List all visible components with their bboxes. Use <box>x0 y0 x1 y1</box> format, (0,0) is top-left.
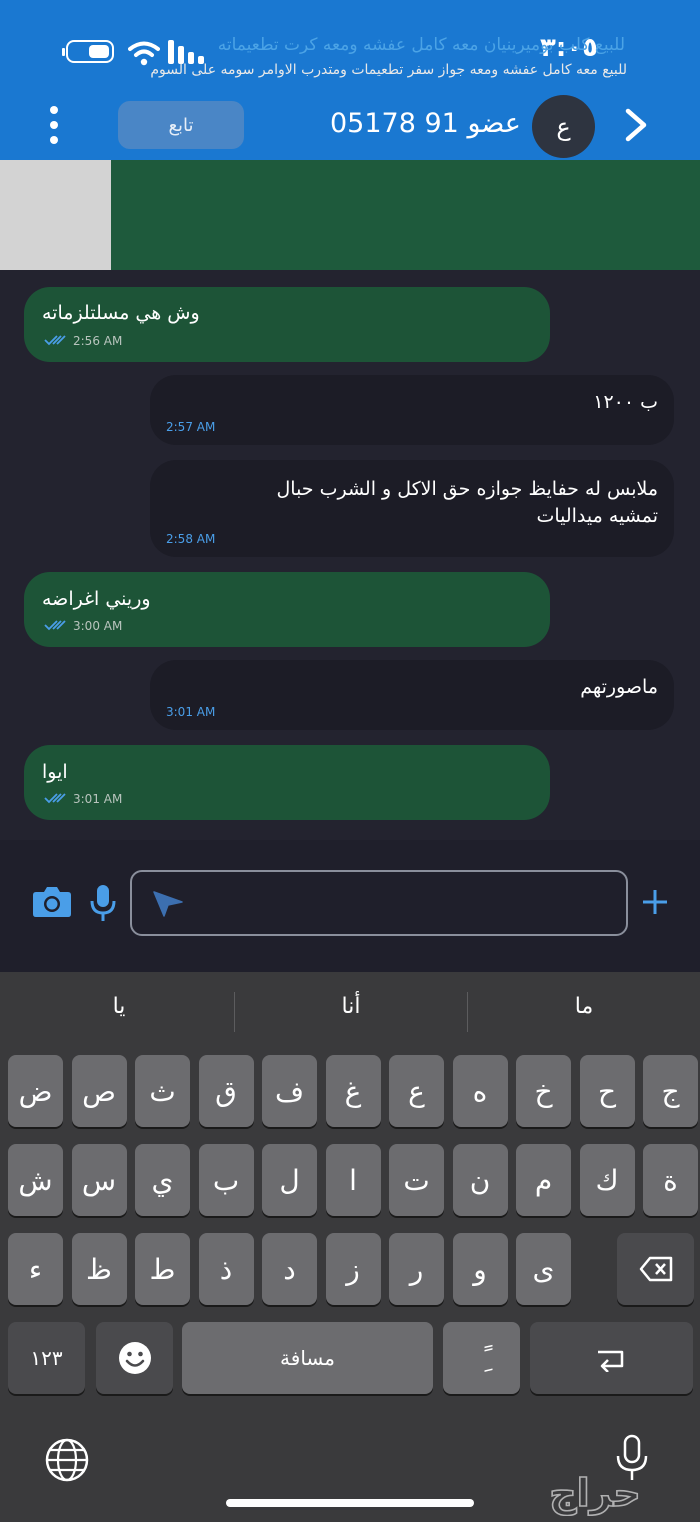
letter-key[interactable]: ه <box>452 1055 508 1127</box>
emoji-icon <box>118 1342 151 1374</box>
letter-key[interactable]: ء <box>8 1233 63 1305</box>
message-text: تمشيه ميداليات <box>536 505 658 527</box>
chat-title: عضو 91 05178 <box>330 108 521 139</box>
listing-banner[interactable] <box>0 160 700 270</box>
letter-key[interactable]: ن <box>452 1144 508 1216</box>
suggestion-divider <box>234 992 235 1032</box>
diacritic-key[interactable]: ًِ <box>443 1322 520 1394</box>
letter-key[interactable]: ظ <box>71 1233 127 1305</box>
message-time: 3:00 AM <box>73 619 123 633</box>
camera-icon[interactable] <box>32 884 72 918</box>
read-receipt-icon <box>44 335 66 346</box>
letter-key[interactable]: ذ <box>198 1233 254 1305</box>
suggestion-item[interactable]: يا <box>4 994 234 1034</box>
read-receipt-icon <box>44 620 66 631</box>
read-receipt-icon <box>44 793 66 804</box>
suggestion-item[interactable]: أنا <box>236 994 466 1034</box>
message-bubble-incoming[interactable]: ب ١٢٠٠ 2:57 AM <box>150 375 674 445</box>
letter-key[interactable]: ت <box>389 1144 444 1216</box>
home-indicator[interactable] <box>226 1499 474 1507</box>
letter-key[interactable]: غ <box>325 1055 381 1127</box>
message-input[interactable] <box>130 870 628 936</box>
letter-key[interactable]: ص <box>71 1055 127 1127</box>
space-key[interactable]: مسافة <box>182 1322 433 1394</box>
message-time: 2:57 AM <box>166 420 216 434</box>
message-text: وش هي مسلتلزماته <box>42 302 200 324</box>
letter-key[interactable]: ي <box>135 1144 190 1216</box>
message-bubble-outgoing[interactable]: وريني اغراضه 3:00 AM <box>24 572 550 647</box>
plus-icon[interactable] <box>640 886 670 918</box>
letter-key[interactable]: ح <box>579 1055 635 1127</box>
listing-thumbnail <box>0 160 111 270</box>
listing-description: للبيع معه كامل عفشه ومعه جواز سفر تطعيما… <box>150 62 627 78</box>
avatar[interactable]: ع <box>532 95 595 158</box>
send-icon[interactable] <box>152 890 184 918</box>
letter-key[interactable]: ث <box>135 1055 190 1127</box>
letter-key[interactable]: م <box>516 1144 571 1216</box>
message-text: ب ١٢٠٠ <box>593 391 658 413</box>
letter-key[interactable]: ب <box>198 1144 254 1216</box>
letter-key[interactable]: ة <box>643 1144 698 1216</box>
message-text: وريني اغراضه <box>42 588 151 610</box>
return-key[interactable] <box>530 1322 693 1394</box>
suggestion-item[interactable]: ما <box>469 994 699 1034</box>
microphone-icon[interactable] <box>90 884 116 922</box>
avatar-letter: ع <box>556 112 571 141</box>
message-time: 2:56 AM <box>73 334 123 348</box>
letter-key[interactable]: ض <box>8 1055 63 1127</box>
letter-key[interactable]: س <box>71 1144 127 1216</box>
chevron-right-icon[interactable] <box>618 105 652 145</box>
message-bubble-incoming[interactable]: ملابس له حفايظ جوازه حق الاكل و الشرب حب… <box>150 460 674 557</box>
letter-key[interactable]: ز <box>325 1233 381 1305</box>
letter-key[interactable]: ا <box>325 1144 381 1216</box>
letter-key[interactable]: ف <box>262 1055 317 1127</box>
message-text: ايوا <box>42 761 68 783</box>
letter-key[interactable]: ج <box>643 1055 698 1127</box>
message-bubble-outgoing[interactable]: وش هي مسلتلزماته 2:56 AM <box>24 287 550 362</box>
letter-key[interactable]: ك <box>579 1144 635 1216</box>
letter-key[interactable]: ر <box>389 1233 444 1305</box>
letter-key[interactable]: ى <box>516 1233 571 1305</box>
numbers-key[interactable]: ١٢٣ <box>8 1322 85 1394</box>
globe-icon[interactable] <box>44 1437 90 1483</box>
battery-icon <box>62 40 114 63</box>
message-bubble-outgoing[interactable]: ايوا 3:01 AM <box>24 745 550 820</box>
suggestion-divider <box>467 992 468 1032</box>
letter-key[interactable]: ع <box>389 1055 444 1127</box>
message-bubble-incoming[interactable]: ماصورتهم 3:01 AM <box>150 660 674 730</box>
listing-title[interactable]: للبيع كلب بوميرينيان معه كامل عفشه ومعه … <box>115 35 625 55</box>
svg-text:حراج: حراج <box>549 1471 640 1515</box>
follow-button[interactable]: تابع <box>118 101 244 149</box>
message-text: ماصورتهم <box>580 676 658 698</box>
delete-key[interactable] <box>617 1233 694 1305</box>
more-options-icon[interactable] <box>44 106 64 146</box>
letter-key[interactable]: ق <box>198 1055 254 1127</box>
message-text: ملابس له حفايظ جوازه حق الاكل و الشرب حب… <box>276 478 658 500</box>
letter-key[interactable]: و <box>452 1233 508 1305</box>
return-icon <box>597 1350 623 1372</box>
message-time: 3:01 AM <box>166 705 216 719</box>
message-time: 3:01 AM <box>73 792 123 806</box>
letter-key[interactable]: ط <box>135 1233 190 1305</box>
backspace-icon <box>639 1256 672 1282</box>
letter-key[interactable]: ش <box>8 1144 63 1216</box>
emoji-key[interactable] <box>96 1322 173 1394</box>
letter-key[interactable]: د <box>262 1233 317 1305</box>
letter-key[interactable]: خ <box>516 1055 571 1127</box>
letter-key[interactable]: ل <box>262 1144 317 1216</box>
haraj-watermark-logo: حراج <box>548 1470 641 1516</box>
message-time: 2:58 AM <box>166 532 216 546</box>
